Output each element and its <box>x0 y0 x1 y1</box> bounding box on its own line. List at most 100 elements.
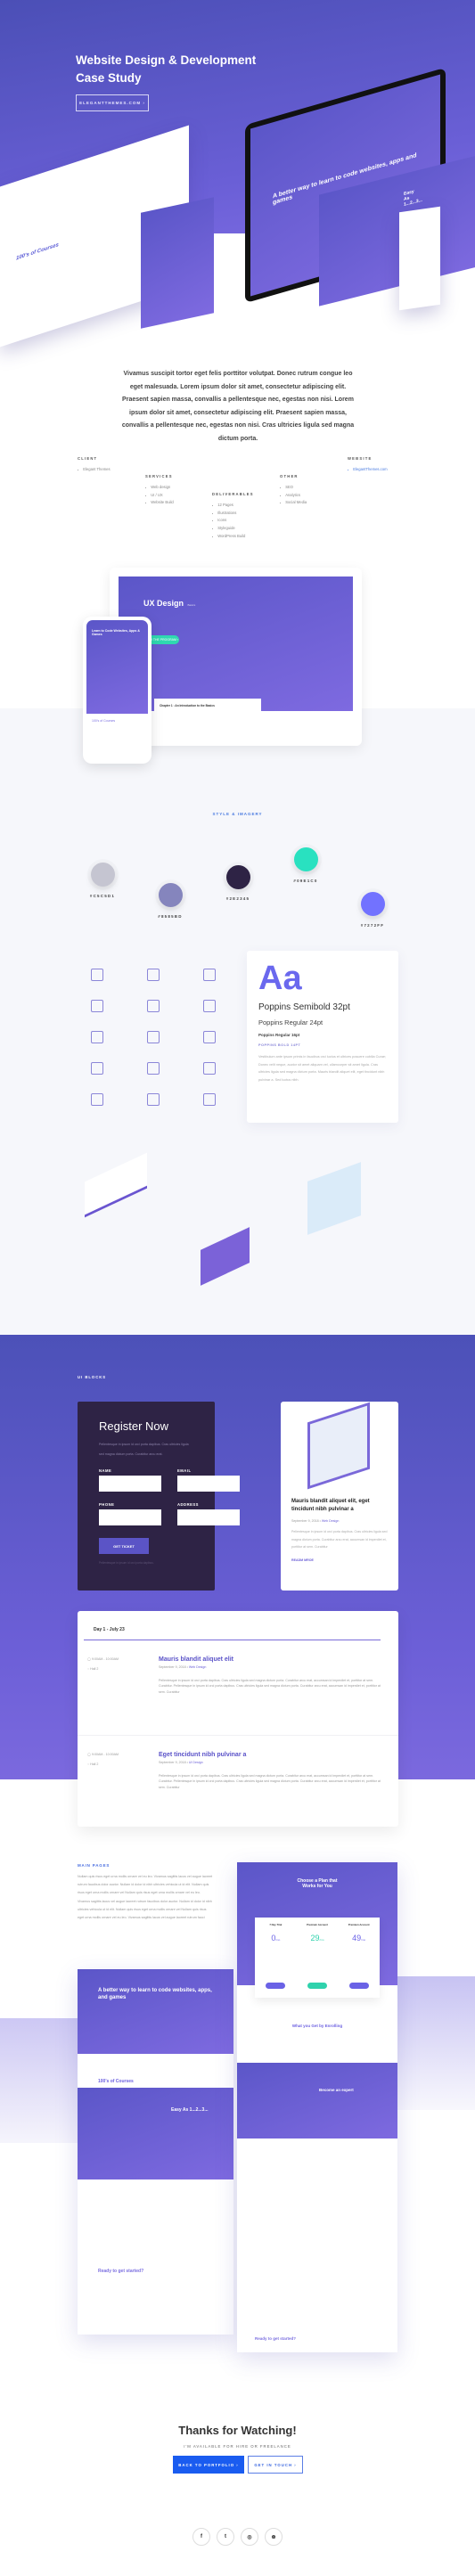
swatch-label: #7272FF <box>360 923 385 928</box>
register-note: Pellentesque in ipsum id orci porta dapi… <box>99 1561 154 1565</box>
title-line: Case Study <box>76 71 142 85</box>
phone-title: Learn to Code Websites, Apps & Games <box>86 620 148 714</box>
event-title[interactable]: Eget tincidunt nibh pulvinar a <box>159 1752 386 1758</box>
laptop-title: UX Design <box>143 599 184 608</box>
home-easy: Easy As 1...2...3... <box>78 2088 233 2179</box>
devices-icon <box>203 1000 216 1012</box>
blog-date: September 9, 2018 • <box>291 1519 321 1523</box>
swatch-label: #09E1C0 <box>293 879 318 883</box>
event-time: 9:00AM - 10:00AM <box>92 1657 119 1661</box>
name-field[interactable] <box>99 1476 161 1492</box>
plan-select-button[interactable] <box>348 1983 369 1989</box>
chip-icon <box>147 1093 160 1106</box>
info-heading: CLIENT <box>78 456 98 461</box>
schedule-event: ◯ 9:00AM - 10:00AM ◌ Hall 2 Eget tincidun… <box>78 1736 398 1831</box>
pricing-plan: Premium Account 29/mo <box>297 1918 339 1998</box>
pricing-expert: Become an expert <box>237 2063 397 2138</box>
event-category-link[interactable]: UI Design <box>189 1761 203 1764</box>
event-text: Pellentesque in ipsum id orci porta dapi… <box>159 1773 381 1790</box>
home-ready: Ready to get started? <box>98 2269 144 2274</box>
info-client: CLIENT Elegant Themes <box>78 456 111 474</box>
plan-name: 7 Day Trial <box>269 1923 283 1926</box>
document-chart-icon <box>147 969 160 981</box>
info-item: Elegant Themes <box>78 466 110 474</box>
plan-name: Premium Account <box>307 1923 328 1926</box>
dribbble-icon[interactable]: ⊛ <box>265 2528 283 2546</box>
get-ticket-button[interactable]: GET TICKET <box>99 1538 149 1554</box>
hero-title: Website Design & Development Case Study <box>76 52 307 87</box>
elegantthemes-link-button[interactable]: ELEGANTTHEMES.COM › <box>76 94 149 111</box>
type-h4: POPPINS BOLD 14PT <box>258 1043 301 1047</box>
color-swatch <box>226 865 250 889</box>
blog-category-link[interactable]: Web Design <box>322 1519 340 1523</box>
type-h3: Poppins Regular 16pt <box>258 1033 300 1037</box>
info-website: WEBSITE ElegantThemes.com <box>348 456 388 474</box>
blog-excerpt: Pellentesque in ipsum id orci porta dapi… <box>291 1530 388 1549</box>
twitter-icon[interactable]: t <box>217 2528 234 2546</box>
phone-courses: 100's of Courses <box>92 719 116 723</box>
event-title[interactable]: Mauris blandit aliquet elit <box>159 1656 386 1663</box>
read-more-link[interactable]: READM MROE <box>291 1558 388 1562</box>
title-line: Website Design & Development <box>76 53 257 67</box>
register-title: Register Now <box>99 1419 169 1433</box>
plan-price: 29 <box>310 1934 320 1942</box>
laptop-screen: UX Design Basics VIEW THE PROGRAM › <box>119 577 353 711</box>
info-item: Styleguide <box>212 525 254 533</box>
footer-title: Thanks for Watching! <box>178 2424 297 2437</box>
phone-device: Learn to Code Websites, Apps & Games 100… <box>83 617 152 764</box>
instagram-icon[interactable]: ◎ <box>241 2528 258 2546</box>
event-category-link[interactable]: Web Design <box>189 1665 207 1669</box>
video-play-icon <box>203 969 216 981</box>
location-icon: ◌ <box>87 1666 90 1671</box>
event-time: 9:00AM - 10:00AM <box>92 1753 119 1756</box>
faded-page-right <box>390 1976 475 2110</box>
faded-page-left <box>0 2018 80 2143</box>
pricing-plan: 7 Day Trial 0/mo <box>255 1918 297 1998</box>
plan-select-button[interactable] <box>266 1983 286 1989</box>
main-pages-text: Nullam quis risus eget urna mollis ornar… <box>78 1875 213 1920</box>
address-field[interactable] <box>177 1509 240 1525</box>
color-swatch <box>159 883 183 907</box>
get-in-touch-button[interactable]: GET IN TOUCH › <box>248 2456 303 2474</box>
main-pages-label: MAIN PAGES <box>78 1863 111 1868</box>
monitor-icon <box>203 1093 216 1106</box>
info-item: Web design <box>145 484 174 492</box>
code-window-icon <box>91 969 103 981</box>
info-services: SERVICES Web designUI / UXWebsite Build <box>145 474 174 507</box>
clock-icon: ◯ <box>87 1753 92 1756</box>
back-to-portfolio-button[interactable]: BACK TO PORTFOLIO › <box>173 2456 244 2474</box>
swatch-label: #8585BD <box>158 914 183 919</box>
phone-field[interactable] <box>99 1509 161 1525</box>
website-link[interactable]: ElegantThemes.com <box>348 466 387 474</box>
pricing-title: Choose a Plan that Works for You <box>297 1878 338 1889</box>
info-item: Analytics <box>280 492 307 500</box>
color-swatch <box>361 892 385 916</box>
color-swatch <box>91 863 115 887</box>
lightbulb-screen-icon <box>91 1000 103 1012</box>
register-desc: Pellentesque in ipsum id orci porta dapi… <box>99 1443 189 1456</box>
event-date: September 9, 2018 • <box>159 1665 188 1669</box>
plan-select-button[interactable] <box>307 1983 327 1989</box>
address-label: ADDRESS <box>177 1502 199 1507</box>
info-heading: DELIVERABLES <box>212 492 254 496</box>
info-deliverables: DELIVERABLES 12 PagesIllustrationsIconsSt… <box>212 492 254 541</box>
swatch-label: #C5C5D1 <box>89 894 116 898</box>
list-document-icon <box>91 1062 103 1075</box>
plan-period: /mo <box>275 1938 281 1942</box>
documents-icon <box>147 1031 160 1043</box>
facebook-icon[interactable]: f <box>192 2528 210 2546</box>
email-field[interactable] <box>177 1476 240 1492</box>
python-icon <box>91 1031 103 1043</box>
event-date: September 9, 2018 • <box>159 1761 188 1764</box>
pricing-plan: Premium Account 49/mo <box>338 1918 380 1998</box>
tablet-mockup <box>141 197 214 329</box>
intro-paragraph: Vivamus suscipit tortor eget felis portt… <box>121 371 355 442</box>
swatch-label: #2E2345 <box>225 896 250 901</box>
info-item: Icons <box>212 517 254 525</box>
blog-card: Mauris blandit aliquet elit, eget tincid… <box>281 1402 398 1591</box>
plan-period: /mo <box>319 1938 324 1942</box>
phone-mockup <box>399 206 440 311</box>
layout-grid-icon <box>147 1000 160 1012</box>
pricing-ready: Ready to get started? <box>255 2336 297 2341</box>
type-h2: Poppins Regular 24pt <box>258 1018 323 1026</box>
